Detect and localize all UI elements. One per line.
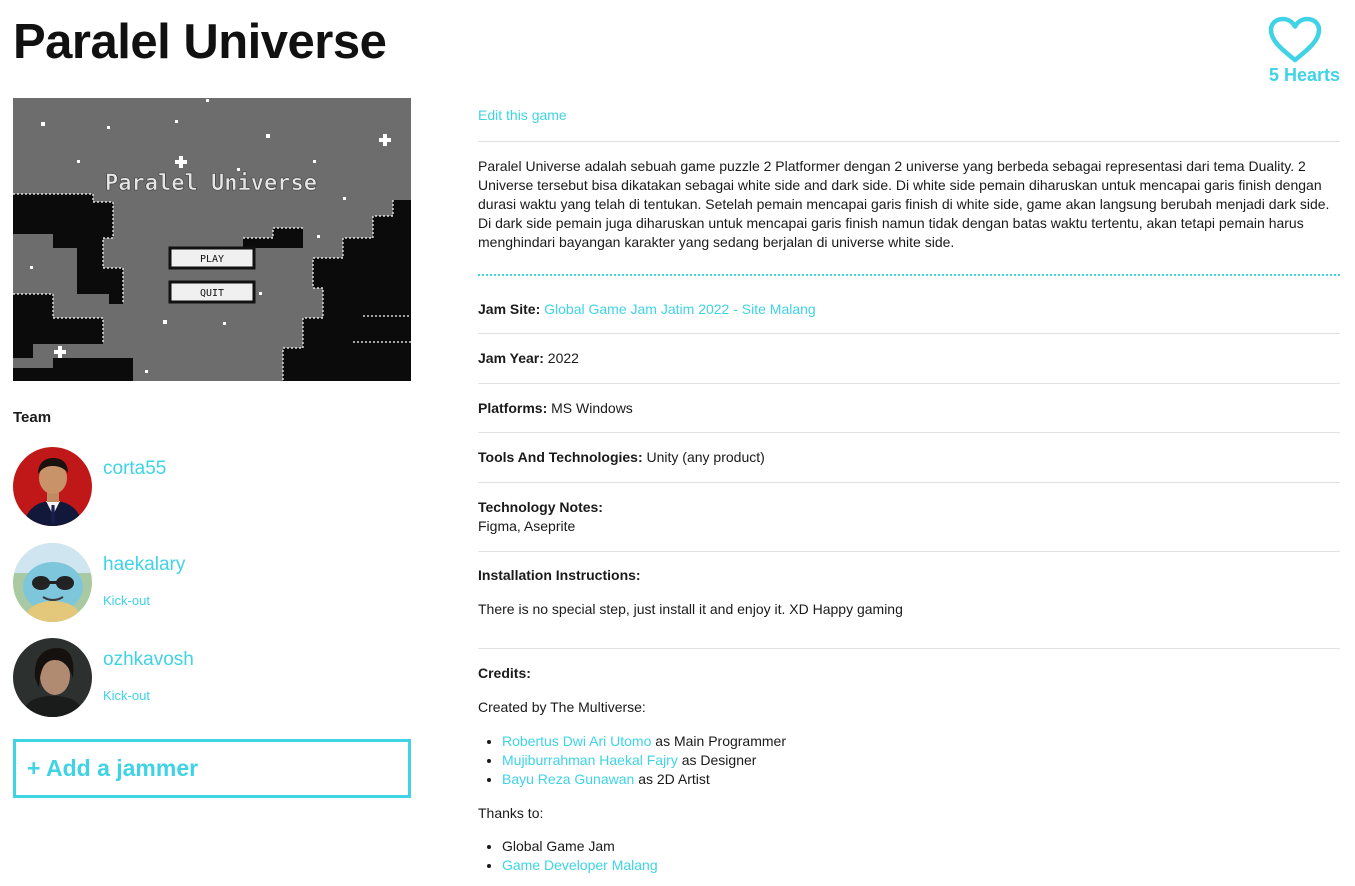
jam-site-field: Jam Site: Global Game Jam Jatim 2022 - S…: [478, 300, 816, 319]
member-name-link[interactable]: corta55: [103, 458, 166, 480]
tools-field: Tools And Technologies: Unity (any produ…: [478, 448, 765, 467]
list-item: Mujiburrahman Haekal Fajry as Designer: [502, 751, 786, 770]
install-heading: Installation Instructions:: [478, 567, 641, 583]
credit-role: as Designer: [681, 752, 757, 768]
screenshot-play: PLAY: [200, 254, 224, 265]
add-jammer-button[interactable]: + Add a jammer: [13, 739, 411, 798]
list-item: Global Game Jam: [502, 837, 658, 856]
jam-year-field: Jam Year: 2022: [478, 349, 579, 368]
tools-value: Unity (any product): [646, 449, 765, 465]
heart-icon: [1268, 16, 1322, 63]
tech-notes-label: Technology Notes:: [478, 499, 603, 515]
screenshot-title: Paralel Universe: [105, 171, 317, 196]
jam-site-link[interactable]: Global Game Jam Jatim 2022 - Site Malang: [544, 301, 816, 317]
platforms-label: Platforms:: [478, 400, 548, 416]
credits-list: Robertus Dwi Ari Utomo as Main Programme…: [478, 732, 786, 789]
jam-site-label: Jam Site:: [478, 301, 541, 317]
jam-year-value: 2022: [547, 350, 579, 366]
jam-year-label: Jam Year:: [478, 350, 544, 366]
kick-out-link[interactable]: Kick-out: [103, 688, 150, 703]
avatar[interactable]: [13, 447, 92, 526]
platforms-value: MS Windows: [551, 400, 633, 416]
team-member: haekalary Kick-out: [13, 543, 413, 623]
credit-person-link[interactable]: Mujiburrahman Haekal Fajry: [502, 752, 678, 768]
avatar[interactable]: [13, 638, 92, 717]
thanks-item-link[interactable]: Game Developer Malang: [502, 857, 658, 873]
hearts-count: 5 Hearts: [1268, 65, 1340, 85]
divider: [478, 333, 1340, 334]
tech-notes-value: Figma, Aseprite: [478, 518, 576, 534]
screenshot-quit: QUIT: [200, 288, 224, 299]
member-name-link[interactable]: ozhkavosh: [103, 649, 194, 671]
divider: [478, 482, 1340, 483]
divider: [478, 551, 1340, 552]
platforms-field: Platforms: MS Windows: [478, 399, 633, 418]
install-text: There is no special step, just install i…: [478, 601, 903, 617]
thanks-list: Global Game Jam Game Developer Malang: [478, 837, 658, 875]
divider: [478, 141, 1340, 142]
credit-role: as Main Programmer: [655, 733, 786, 749]
credit-person-link[interactable]: Bayu Reza Gunawan: [502, 771, 634, 787]
divider: [478, 648, 1340, 649]
list-item: Game Developer Malang: [502, 856, 658, 875]
tech-notes-field: Technology Notes: Figma, Aseprite: [478, 498, 603, 536]
kick-out-link[interactable]: Kick-out: [103, 593, 150, 608]
divider: [478, 432, 1340, 433]
screenshot-image: Paralel Universe PLAY QUIT: [13, 98, 411, 381]
game-title: Paralel Universe: [13, 15, 387, 69]
list-item: Robertus Dwi Ari Utomo as Main Programme…: [502, 732, 786, 751]
credits-heading: Credits:: [478, 665, 531, 681]
team-member: ozhkavosh Kick-out: [13, 638, 413, 718]
dotted-divider: [478, 274, 1340, 276]
game-description: Paralel Universe adalah sebuah game puzz…: [478, 158, 1330, 250]
divider: [478, 383, 1340, 384]
list-item: Bayu Reza Gunawan as 2D Artist: [502, 770, 786, 789]
credits-created-by: Created by The Multiverse:: [478, 699, 646, 715]
team-heading: Team: [13, 409, 52, 426]
install-label: Installation Instructions:: [478, 566, 641, 585]
thanks-item: Global Game Jam: [502, 838, 615, 854]
credit-person-link[interactable]: Robertus Dwi Ari Utomo: [502, 733, 651, 749]
hearts-button[interactable]: 5 Hearts: [1250, 16, 1340, 86]
avatar[interactable]: [13, 543, 92, 622]
tools-label: Tools And Technologies:: [478, 449, 643, 465]
game-screenshot[interactable]: Paralel Universe PLAY QUIT: [13, 98, 411, 381]
edit-game-link[interactable]: Edit this game: [478, 107, 567, 123]
credit-role: as 2D Artist: [638, 771, 710, 787]
member-name-link[interactable]: haekalary: [103, 554, 185, 576]
credits-label: Credits:: [478, 664, 531, 683]
thanks-label: Thanks to:: [478, 805, 544, 821]
team-member: corta55: [13, 447, 413, 527]
